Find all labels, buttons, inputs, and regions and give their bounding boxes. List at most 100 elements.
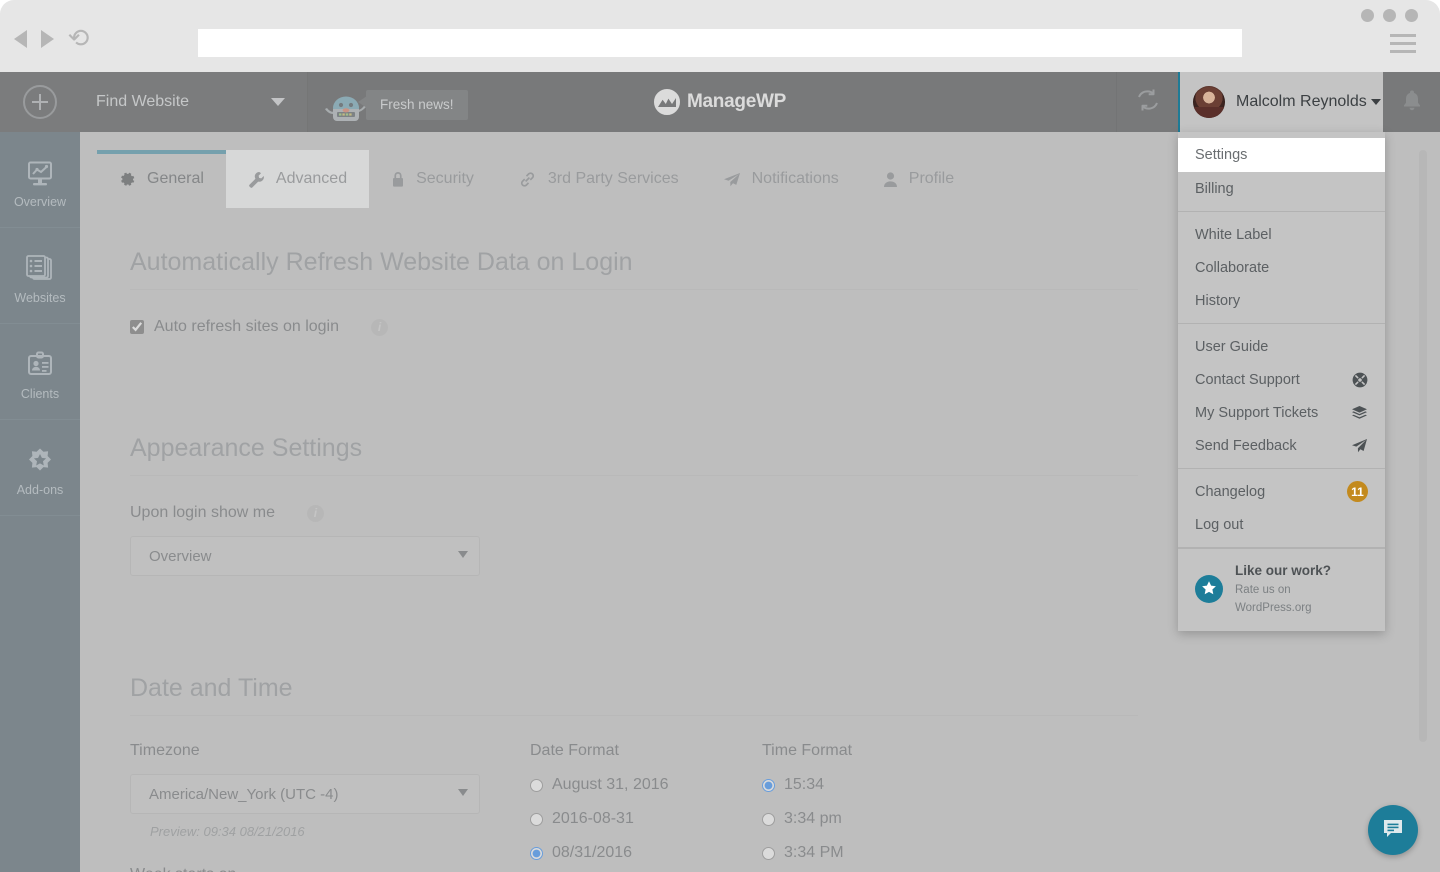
menu-item-settings[interactable]: Settings xyxy=(1178,138,1385,172)
window-controls[interactable] xyxy=(1361,9,1418,22)
menu-item-user-guide[interactable]: User Guide xyxy=(1178,330,1385,363)
time-format-option-label: 3:34 pm xyxy=(784,810,842,827)
tab-notifications[interactable]: Notifications xyxy=(701,150,861,208)
date-format-option[interactable]: August 31, 2016 xyxy=(530,776,762,794)
date-format-option[interactable]: 08/31/2016 xyxy=(530,844,762,862)
browser-chrome: ⟳ xyxy=(0,0,1440,72)
menu-item-label: User Guide xyxy=(1195,338,1269,355)
lifebuoy-icon xyxy=(1352,372,1368,388)
chat-bubble-icon xyxy=(1381,816,1405,845)
lock-icon xyxy=(391,171,405,188)
time-format-option[interactable]: 3:34 pm xyxy=(762,810,1022,828)
section-title-auto-refresh: Automatically Refresh Website Data on Lo… xyxy=(130,208,1138,290)
menu-item-log-out[interactable]: Log out xyxy=(1178,508,1385,541)
chat-support-button[interactable] xyxy=(1368,805,1418,855)
bell-notification-icon xyxy=(1402,89,1422,116)
find-website-label: Find Website xyxy=(96,93,190,110)
add-website-button[interactable] xyxy=(0,72,80,132)
info-icon[interactable]: i xyxy=(371,318,388,336)
managewp-mountain-logo-icon xyxy=(654,89,681,115)
back-arrow-icon[interactable] xyxy=(14,30,27,48)
find-website-dropdown[interactable]: Find Website xyxy=(80,72,308,132)
user-dropdown-menu: Settings Billing White Label Collaborate… xyxy=(1178,132,1385,631)
upon-login-select-wrap[interactable]: Overview xyxy=(130,536,480,576)
date-format-radio[interactable] xyxy=(530,778,543,792)
date-format-option-label: August 31, 2016 xyxy=(552,776,669,793)
tab-label: Profile xyxy=(908,170,955,187)
window-dot-3[interactable] xyxy=(1405,9,1418,22)
menu-item-billing[interactable]: Billing xyxy=(1178,172,1385,205)
tab-3rd-party-services[interactable]: 3rd Party Services xyxy=(496,150,701,208)
menu-item-label: Changelog xyxy=(1195,483,1266,500)
auto-refresh-label: Auto refresh sites on login xyxy=(154,318,339,335)
time-format-column: Time Format 15:34 3:34 pm 3:34 PM xyxy=(762,742,1022,872)
menu-item-label: Settings xyxy=(1195,147,1248,163)
menu-group-team: White Label Collaborate History xyxy=(1178,212,1385,324)
rate-us-footer[interactable]: Like our work? Rate us on WordPress.org xyxy=(1178,548,1385,631)
timezone-select-wrap[interactable]: America/New_York (UTC -4) xyxy=(130,774,480,814)
hamburger-menu-icon[interactable] xyxy=(1390,34,1416,53)
tab-general[interactable]: General xyxy=(97,150,226,208)
menu-item-send-feedback[interactable]: Send Feedback xyxy=(1178,429,1385,462)
paper-plane-icon xyxy=(723,171,741,188)
content-scrollbar-thumb[interactable] xyxy=(1419,150,1427,742)
tab-profile[interactable]: Profile xyxy=(861,150,976,208)
time-format-radio[interactable] xyxy=(762,846,775,860)
date-format-column: Date Format August 31, 2016 2016-08-31 0… xyxy=(530,742,762,872)
rate-us-subtitle: Rate us on WordPress.org xyxy=(1235,584,1312,614)
window-dot-2[interactable] xyxy=(1383,9,1396,22)
menu-item-label: Send Feedback xyxy=(1195,437,1297,454)
sidebar-item-clients[interactable]: Clients xyxy=(0,324,80,420)
menu-item-label: Collaborate xyxy=(1195,259,1270,276)
address-bar[interactable] xyxy=(198,29,1242,57)
time-format-radio[interactable] xyxy=(762,778,775,792)
tab-security[interactable]: Security xyxy=(369,150,496,208)
menu-item-changelog[interactable]: Changelog 11 xyxy=(1178,475,1385,508)
time-format-option[interactable]: 15:34 xyxy=(762,776,1022,794)
notifications-bell-button[interactable] xyxy=(1383,72,1440,132)
forward-arrow-icon[interactable] xyxy=(41,30,54,48)
info-icon[interactable]: i xyxy=(306,504,324,522)
link-chain-icon xyxy=(518,171,537,188)
menu-item-collaborate[interactable]: Collaborate xyxy=(1178,251,1385,284)
fresh-news-tooltip[interactable]: Fresh news! xyxy=(358,90,468,120)
reload-icon[interactable]: ⟳ xyxy=(68,24,90,54)
week-starts-label: Week starts on xyxy=(130,866,530,872)
window-dot-1[interactable] xyxy=(1361,9,1374,22)
browser-nav-controls: ⟳ xyxy=(14,24,90,54)
left-sidebar: Overview Websites Clients Add-ons xyxy=(0,132,80,872)
menu-item-label: Contact Support xyxy=(1195,371,1300,388)
chevron-down-icon xyxy=(458,551,468,558)
section-title-appearance: Appearance Settings xyxy=(130,394,1138,476)
menu-group-support: User Guide Contact Support My Support Ti… xyxy=(1178,324,1385,469)
sidebar-item-overview[interactable]: Overview xyxy=(0,132,80,228)
sidebar-item-label: Add-ons xyxy=(16,482,64,497)
date-format-option[interactable]: 2016-08-31 xyxy=(530,810,762,828)
timezone-select[interactable]: America/New_York (UTC -4) xyxy=(130,774,480,814)
auto-refresh-checkbox[interactable] xyxy=(130,320,144,334)
sync-refresh-icon xyxy=(1135,87,1161,118)
time-format-option-label: 15:34 xyxy=(784,776,825,793)
user-menu-trigger[interactable]: Malcolm Reynolds xyxy=(1178,72,1383,132)
tab-label: Advanced xyxy=(275,170,348,187)
menu-item-history[interactable]: History xyxy=(1178,284,1385,317)
star-badge-icon xyxy=(1195,575,1223,603)
sidebar-item-label: Websites xyxy=(14,290,66,305)
wrench-icon xyxy=(248,171,265,188)
menu-item-label: History xyxy=(1195,292,1241,309)
date-format-radio[interactable] xyxy=(530,846,543,860)
menu-item-contact-support[interactable]: Contact Support xyxy=(1178,363,1385,396)
sidebar-item-addons[interactable]: Add-ons xyxy=(0,420,80,516)
menu-item-my-support-tickets[interactable]: My Support Tickets xyxy=(1178,396,1385,429)
sidebar-item-websites[interactable]: Websites xyxy=(0,228,80,324)
tab-advanced[interactable]: Advanced xyxy=(225,150,370,208)
menu-item-white-label[interactable]: White Label xyxy=(1178,218,1385,251)
upon-login-select[interactable]: Overview xyxy=(130,536,480,576)
sync-refresh-button[interactable] xyxy=(1116,72,1178,132)
date-format-radio[interactable] xyxy=(530,812,543,826)
menu-group-account: Settings Billing xyxy=(1178,132,1385,212)
chevron-down-icon xyxy=(271,98,285,106)
paper-plane-icon xyxy=(1351,438,1368,454)
time-format-radio[interactable] xyxy=(762,812,775,826)
time-format-option[interactable]: 3:34 PM xyxy=(762,844,1022,862)
